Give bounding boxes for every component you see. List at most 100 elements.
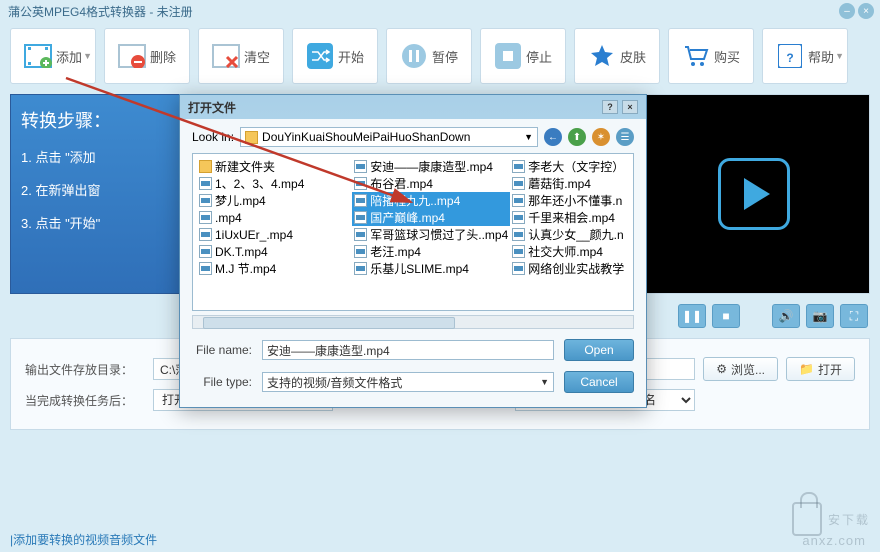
look-in-combo[interactable]: DouYinKuaiShouMeiPaiHuoShanDown ▼ — [240, 127, 538, 147]
filename-input[interactable] — [262, 340, 554, 360]
minimize-button[interactable]: – — [839, 3, 855, 19]
start-button[interactable]: 开始 — [292, 28, 378, 84]
look-in-label: Look in: — [192, 130, 234, 144]
file-item[interactable]: 认真少女__颜九.n — [510, 226, 629, 243]
step-1: 1. 点击 "添加 — [21, 147, 179, 166]
toolbar: 添加▼ 删除 清空 开始 暂停 停止 皮肤 购买 ?帮助▼ — [0, 22, 880, 90]
video-file-icon — [512, 211, 525, 224]
svg-text:?: ? — [786, 51, 793, 65]
video-file-icon — [512, 228, 525, 241]
file-item[interactable]: 梦儿.mp4 — [197, 192, 352, 209]
open-button[interactable]: Open — [564, 339, 634, 361]
preview-fullscreen-button[interactable]: ⛶ — [840, 304, 868, 328]
star-icon — [588, 42, 616, 70]
video-file-icon — [199, 194, 212, 207]
after-task-label: 当完成转换任务后： — [25, 392, 145, 409]
watermark-sub: anxz.com — [802, 533, 866, 548]
file-item[interactable]: 国产巅峰.mp4 — [352, 209, 510, 226]
help-button[interactable]: ?帮助▼ — [762, 28, 848, 84]
file-item[interactable]: 安迪——康康造型.mp4 — [352, 158, 510, 175]
dialog-close-button[interactable]: × — [622, 100, 638, 114]
clear-button[interactable]: 清空 — [198, 28, 284, 84]
filetype-label: File type: — [192, 375, 252, 389]
step-3: 3. 点击 "开始" — [21, 213, 179, 232]
stop-icon — [494, 42, 522, 70]
stop-button[interactable]: 停止 — [480, 28, 566, 84]
file-item[interactable]: .mp4 — [197, 209, 352, 226]
chevron-down-icon: ▼ — [524, 132, 533, 142]
file-item[interactable]: 1iUxUEr_.mp4 — [197, 226, 352, 243]
new-folder-icon[interactable]: ✶ — [592, 128, 610, 146]
chevron-down-icon: ▼ — [835, 51, 844, 61]
preview-pause-button[interactable]: ❚❚ — [678, 304, 706, 328]
preview-snapshot-button[interactable]: 📷 — [806, 304, 834, 328]
file-item[interactable]: DK.T.mp4 — [197, 243, 352, 260]
open-dir-button[interactable]: 📁打开 — [786, 357, 855, 381]
video-file-icon — [354, 245, 367, 258]
preview-panel — [638, 94, 870, 294]
open-file-dialog: 打开文件 ? × Look in: DouYinKuaiShouMeiPaiHu… — [179, 94, 647, 408]
video-file-icon — [199, 177, 212, 190]
horizontal-scrollbar[interactable] — [192, 315, 634, 329]
file-item[interactable]: 陪播程九九..mp4 — [352, 192, 510, 209]
chevron-down-icon: ▼ — [540, 377, 549, 387]
back-icon[interactable]: ← — [544, 128, 562, 146]
title-bar: 蒲公英MPEG4格式转换器 - 未注册 — [0, 0, 880, 22]
filename-label: File name: — [192, 343, 252, 357]
file-browser[interactable]: 新建文件夹1、2、3、4.mp4梦儿.mp4.mp41iUxUEr_.mp4DK… — [192, 153, 634, 311]
file-item[interactable]: 千里来相会.mp4 — [510, 209, 629, 226]
file-item[interactable]: 军哥篮球习惯过了头..mp4 — [352, 226, 510, 243]
skin-button[interactable]: 皮肤 — [574, 28, 660, 84]
video-file-icon — [512, 160, 525, 173]
delete-button[interactable]: 删除 — [104, 28, 190, 84]
help-icon: ? — [776, 42, 804, 70]
file-item[interactable]: 蘑菇街.mp4 — [510, 175, 629, 192]
filetype-select[interactable]: 支持的视频/音频文件格式 ▼ — [262, 372, 554, 392]
video-file-icon — [512, 177, 525, 190]
video-file-icon — [354, 160, 367, 173]
up-icon[interactable]: ⬆ — [568, 128, 586, 146]
close-button[interactable]: × — [858, 3, 874, 19]
file-item[interactable]: 乐基儿SLIME.mp4 — [352, 260, 510, 277]
file-item[interactable]: M.J 节.mp4 — [197, 260, 352, 277]
video-file-icon — [512, 262, 525, 275]
file-item[interactable]: 1、2、3、4.mp4 — [197, 175, 352, 192]
window-title: 蒲公英MPEG4格式转换器 - 未注册 — [8, 3, 193, 20]
video-file-icon — [354, 211, 367, 224]
file-item[interactable]: 布谷君.mp4 — [352, 175, 510, 192]
folder-icon — [245, 131, 258, 144]
file-item[interactable]: 新建文件夹 — [197, 158, 352, 175]
video-file-icon — [199, 245, 212, 258]
video-file-icon — [512, 194, 525, 207]
file-item[interactable]: 那年还小不懂事.n — [510, 192, 629, 209]
gear-icon: ⚙ — [716, 362, 727, 376]
dialog-title-bar[interactable]: 打开文件 ? × — [180, 95, 646, 119]
film-clear-icon — [212, 42, 240, 70]
steps-panel: 转换步骤： 1. 点击 "添加 2. 在新弹出窗 3. 点击 "开始" — [10, 94, 190, 294]
video-file-icon — [354, 194, 367, 207]
folder-icon: 📁 — [799, 362, 814, 376]
pause-button[interactable]: 暂停 — [386, 28, 472, 84]
add-button[interactable]: 添加▼ — [10, 28, 96, 84]
play-icon[interactable] — [718, 158, 790, 230]
preview-volume-button[interactable]: 🔊 — [772, 304, 800, 328]
pause-icon — [400, 42, 428, 70]
video-file-icon — [354, 262, 367, 275]
view-menu-icon[interactable]: ☰ — [616, 128, 634, 146]
dialog-title: 打开文件 — [188, 99, 236, 116]
cancel-button[interactable]: Cancel — [564, 371, 634, 393]
dialog-help-button[interactable]: ? — [602, 100, 618, 114]
buy-button[interactable]: 购买 — [668, 28, 754, 84]
file-item[interactable]: 老汪.mp4 — [352, 243, 510, 260]
video-file-icon — [199, 262, 212, 275]
watermark: 安下载 — [792, 502, 870, 536]
step-2: 2. 在新弹出窗 — [21, 180, 179, 199]
browse-button[interactable]: ⚙浏览... — [703, 357, 778, 381]
file-item[interactable]: 社交大师.mp4 — [510, 243, 629, 260]
preview-stop-button[interactable]: ■ — [712, 304, 740, 328]
film-add-icon — [24, 42, 52, 70]
shuffle-icon — [306, 42, 334, 70]
file-item[interactable]: 李老大（文字控） — [510, 158, 629, 175]
file-item[interactable]: 网络创业实战教学 — [510, 260, 629, 277]
window-controls: – × — [839, 3, 874, 19]
